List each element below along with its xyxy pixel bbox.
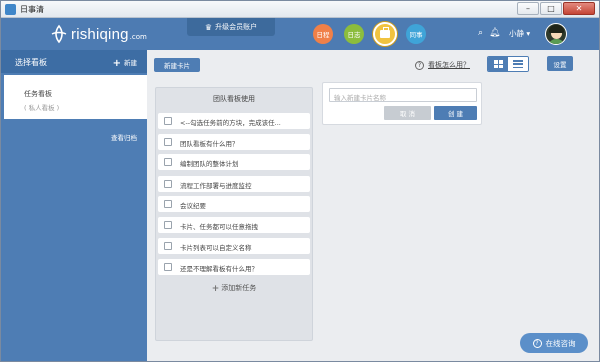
card-name-input[interactable]: 输入新建卡片名称 [329,88,477,102]
new-card-form: 输入新建卡片名称 取 消 创 建 [322,82,482,125]
task-item[interactable]: 会议纪要 [158,196,310,212]
task-item[interactable]: 卡片列表可以自定义名称 [158,238,310,254]
kanban-column: 团队看板使用 <--勾选任务前的方块，完成该任... 团队看板有什么用？ 编制团… [155,87,313,341]
upgrade-label: 升级会员账户 [215,23,258,31]
task-checkbox[interactable] [164,200,172,208]
maximize-icon: □ [547,4,555,13]
task-checkbox[interactable] [164,221,172,229]
crown-icon: ♛ [204,22,213,32]
cancel-button[interactable]: 取 消 [384,106,431,120]
nav-schedule-button[interactable]: 日程 [313,24,333,44]
briefcase-icon [380,27,390,38]
task-text: 会议纪要 [180,202,206,210]
new-board-button[interactable]: + 新建 [112,57,137,69]
nav-log-button[interactable]: 日志 [344,24,364,44]
nav-log-label: 日志 [347,31,361,39]
avatar-body [548,39,565,44]
online-consult-button[interactable]: ? 在线咨询 [520,333,588,353]
app-icon [5,4,16,15]
caret-down-icon: ▾ [526,29,531,38]
help-link[interactable]: ? 看板怎么用？ [415,60,470,70]
task-item[interactable]: 编制团队的整体计划 [158,154,310,170]
add-task-button[interactable]: + 添加新任务 [156,283,312,294]
view-archive-link[interactable]: 查看归档 [111,132,137,142]
avatar[interactable] [545,23,567,45]
sidebar-item-task-board[interactable]: 任务看板 ( 私人看板 ) [4,75,147,119]
task-item[interactable]: 卡片、任务都可以任意拖拽 [158,217,310,233]
search-icon[interactable]: ⌕ [478,28,483,38]
new-board-label: 新建 [124,59,137,67]
sidebar-header: 选择看板 + 新建 [1,50,147,73]
task-text: 卡片列表可以自定义名称 [180,244,252,252]
task-text: 还是不理解看板有什么用？ [180,265,258,273]
logo-text: rishiqing [71,25,129,43]
logo-domain: .com [129,33,147,41]
new-card-button[interactable]: 新建卡片 [154,58,200,72]
minimize-button[interactable]: – [517,2,539,15]
nav-schedule-label: 日程 [316,31,330,39]
task-text: 团队看板有什么用？ [180,140,239,148]
task-item[interactable]: <--勾选任务前的方块，完成该任... [158,113,310,129]
list-view-button[interactable] [508,57,528,71]
task-checkbox[interactable] [164,242,172,250]
avatar-hair [549,25,564,33]
task-item[interactable]: 团队看板有什么用？ [158,134,310,150]
top-header: rishiqing .com ♛ 升级会员账户 日程 日志 同事 ⌕ 🔔︎ 小静… [1,18,599,50]
plus-icon: + [112,58,121,69]
task-checkbox[interactable] [164,117,172,125]
column-title[interactable]: 团队看板使用 [156,94,312,104]
app-window: 日事清 – □ ✕ rishiqing .com ♛ 升级会员账户 日程 日志 … [0,0,600,362]
create-button[interactable]: 创 建 [434,106,477,120]
nav-kanban-button[interactable] [373,22,397,46]
task-checkbox[interactable] [164,138,172,146]
upgrade-account-button[interactable]: ♛ 升级会员账户 [187,18,275,36]
help-circle-icon: ? [415,60,424,70]
user-menu[interactable]: 小静 ▾ [509,28,530,39]
task-text: 卡片、任务都可以任意拖拽 [180,223,258,231]
header-icons: ⌕ 🔔︎ [478,28,506,38]
add-task-label: 添加新任务 [221,284,257,292]
task-checkbox[interactable] [164,180,172,188]
board-type: ( 私人看板 ) [24,104,60,112]
chat-icon: ? [532,338,542,348]
main-area: 新建卡片 ? 看板怎么用？ 设置 团队看板使用 <--勾选任务前的方块，完成该任… [147,50,599,361]
bell-icon[interactable]: 🔔︎ [489,28,500,38]
minimize-icon: – [526,4,530,13]
view-switcher [487,56,529,72]
task-checkbox[interactable] [164,263,172,271]
sidebar: 选择看板 + 新建 任务看板 ( 私人看板 ) 查看归档 [1,50,147,361]
settings-button[interactable]: 设置 [547,56,573,71]
nav-colleague-button[interactable]: 同事 [406,24,426,44]
title-bar: 日事清 – □ ✕ [1,1,599,18]
plus-icon: + [211,284,220,294]
board-name: 任务看板 [24,90,52,98]
close-button[interactable]: ✕ [563,2,595,15]
close-icon: ✕ [575,4,583,13]
maximize-button[interactable]: □ [540,2,562,15]
online-consult-label: 在线咨询 [545,338,576,348]
grid-view-icon [493,60,503,68]
window-controls: – □ ✕ [516,2,595,15]
help-label: 看板怎么用？ [428,61,470,69]
task-text: 流程工作部署与进度监控 [180,182,252,190]
task-item[interactable]: 还是不理解看板有什么用？ [158,259,310,275]
grid-view-button[interactable] [488,57,508,71]
window-title: 日事清 [20,5,44,14]
nav-colleague-label: 同事 [409,31,423,39]
task-item[interactable]: 流程工作部署与进度监控 [158,176,310,192]
sidebar-title: 选择看板 [15,58,47,67]
logo-mark-icon [51,24,67,44]
list-view-icon [513,60,523,68]
task-text: <--勾选任务前的方块，完成该任... [180,119,281,127]
logo[interactable]: rishiqing .com [49,23,147,45]
task-checkbox[interactable] [164,158,172,166]
task-text: 编制团队的整体计划 [180,160,239,168]
user-name: 小静 [509,29,524,38]
